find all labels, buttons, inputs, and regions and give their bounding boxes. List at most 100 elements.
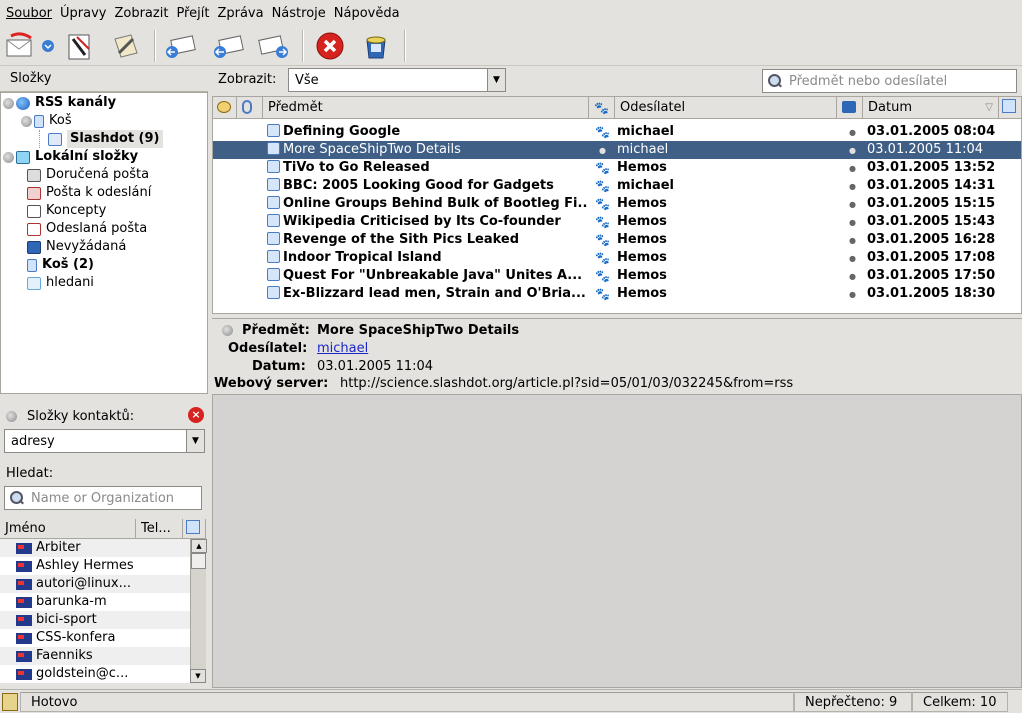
message-sender: Hemos (617, 214, 667, 229)
message-row[interactable]: Wikipedia Criticised by Its Co-founder 🐾… (213, 213, 1021, 231)
message-sender: michael (617, 178, 675, 193)
message-search-input[interactable]: Předmět nebo odesílatel (762, 69, 1017, 93)
contact-item[interactable]: goldstein@c... (0, 665, 190, 683)
column-header-junk-status[interactable]: 🐾 (589, 97, 615, 119)
close-contacts-icon[interactable]: × (188, 407, 204, 423)
read-dot-icon[interactable]: ● (849, 164, 856, 173)
column-picker-button[interactable] (999, 97, 1021, 119)
expand-twisty-icon[interactable] (21, 115, 32, 127)
message-row[interactable]: Defining Google 🐾 michael ● 03.01.2005 0… (213, 123, 1021, 141)
chevron-down-icon[interactable]: ▼ (487, 69, 505, 91)
contact-item[interactable]: Faenniks (0, 647, 190, 665)
menu-message[interactable]: Zpráva (213, 6, 267, 21)
view-filter-select[interactable]: Vše ▼ (288, 68, 506, 92)
folder-saved-search[interactable]: hledani (27, 274, 94, 292)
delete-button[interactable] (314, 30, 346, 62)
contacts-sidebar: Složky kontaktů: × adresy ▼ Hledat: Name… (0, 400, 208, 690)
expand-twisty-icon[interactable] (3, 151, 14, 163)
scroll-down-icon[interactable]: ▼ (190, 669, 206, 683)
folder-rss-feeds[interactable]: RSS kanály (3, 94, 116, 112)
read-dot-icon[interactable]: ● (849, 182, 856, 191)
contact-list-scrollbar[interactable]: ▲ ▼ (190, 539, 207, 683)
folder-label: Pošta k odeslání (46, 185, 152, 200)
message-row[interactable]: Revenge of the Sith Pics Leaked 🐾 Hemos … (213, 231, 1021, 249)
message-row[interactable]: Indoor Tropical Island 🐾 Hemos ● 03.01.2… (213, 249, 1021, 267)
column-header-read[interactable] (837, 97, 863, 119)
addressbook-select[interactable]: adresy ▼ (4, 429, 205, 453)
read-dot-icon[interactable]: ● (849, 128, 856, 137)
folder-local-folders[interactable]: Lokální složky (3, 148, 138, 166)
get-mail-dropdown-button[interactable] (38, 30, 58, 62)
folder-rss-trash[interactable]: Koš (21, 112, 72, 130)
menu-help[interactable]: Nápověda (330, 6, 404, 21)
read-dot-icon[interactable]: ● (849, 272, 856, 281)
read-dot-icon[interactable]: ● (849, 218, 856, 227)
toolbar-separator (154, 30, 156, 62)
folder-sent[interactable]: Odeslaná pošta (27, 220, 147, 238)
column-header-tel[interactable]: Tel... (136, 519, 183, 539)
message-date: 03.01.2005 14:31 (867, 178, 996, 193)
header-website-value[interactable]: http://science.slashdot.org/article.pl?s… (340, 375, 793, 393)
column-header-subject[interactable]: Předmět (263, 97, 589, 119)
column-picker-button[interactable] (183, 519, 206, 539)
rss-message-icon (267, 286, 280, 299)
expand-twisty-icon[interactable] (3, 97, 14, 109)
offline-status-icon[interactable] (2, 693, 18, 711)
menu-view[interactable]: Zobrazit (110, 6, 172, 21)
junk-button[interactable] (360, 30, 392, 62)
column-header-thread[interactable] (213, 97, 237, 119)
message-row[interactable]: Ex-Blizzard lead men, Strain and O'Bria.… (213, 285, 1021, 303)
folder-slashdot[interactable]: Slashdot (9) (39, 130, 163, 148)
rss-message-icon (267, 196, 280, 209)
menu-edit[interactable]: Úpravy (56, 6, 110, 21)
folder-junk[interactable]: Nevyžádaná (27, 238, 126, 256)
header-sender-link[interactable]: michael (317, 340, 368, 358)
scroll-up-icon[interactable]: ▲ (191, 539, 207, 553)
folder-outbox[interactable]: Pošta k odeslání (27, 184, 151, 202)
column-header-name[interactable]: Jméno (0, 519, 136, 539)
folder-inbox[interactable]: Doručená pošta (27, 166, 149, 184)
contact-item[interactable]: Ashley Hermes (0, 557, 190, 575)
message-row[interactable]: BBC: 2005 Looking Good for Gadgets 🐾 mic… (213, 177, 1021, 195)
contact-item[interactable]: barunka-m (0, 593, 190, 611)
reply-button[interactable] (164, 30, 196, 62)
message-row-selected[interactable]: More SpaceShipTwo Details ● michael ● 03… (213, 141, 1021, 159)
read-dot-icon[interactable]: ● (849, 200, 856, 209)
compose-button[interactable] (64, 30, 96, 62)
junk-dot-icon[interactable]: ● (599, 146, 606, 155)
contacts-search-input[interactable]: Name or Organization (4, 486, 202, 510)
message-body-pane[interactable] (212, 394, 1022, 688)
chevron-down-icon[interactable]: ▼ (186, 430, 204, 452)
view-filter-value: Vše (295, 72, 319, 88)
column-header-attachment[interactable] (237, 97, 263, 119)
address-book-button[interactable] (110, 30, 142, 62)
read-dot-icon[interactable]: ● (849, 290, 856, 299)
menu-go[interactable]: Přejít (172, 6, 213, 21)
read-dot-icon[interactable]: ● (849, 236, 856, 245)
message-search-placeholder: Předmět nebo odesílatel (789, 73, 948, 89)
collapse-twisty-icon[interactable] (6, 411, 17, 422)
feed-folder-icon (48, 132, 62, 146)
menu-file[interactable]: Soubor (2, 6, 56, 21)
column-header-date[interactable]: Datum ▽ (863, 97, 999, 119)
contact-item[interactable]: bici-sport (0, 611, 190, 629)
header-date-label: Datum: (252, 359, 306, 374)
message-row[interactable]: TiVo to Go Released 🐾 Hemos ● 03.01.2005… (213, 159, 1021, 177)
forward-button[interactable] (258, 30, 290, 62)
reply-all-button[interactable] (212, 30, 244, 62)
read-dot-icon[interactable]: ● (849, 254, 856, 263)
contact-item[interactable]: autori@linux... (0, 575, 190, 593)
folder-drafts[interactable]: Koncepty (27, 202, 106, 220)
column-header-sender[interactable]: Odesílatel (615, 97, 837, 119)
contact-item[interactable]: Arbiter (0, 539, 190, 557)
scrollbar-thumb[interactable] (191, 553, 206, 569)
message-row[interactable]: Online Groups Behind Bulk of Bootleg Fi.… (213, 195, 1021, 213)
folder-trash[interactable]: Koš (2) (27, 256, 94, 274)
get-mail-button[interactable] (4, 30, 36, 62)
contact-item[interactable]: CSS-konfera (0, 629, 190, 647)
contact-name: barunka-m (36, 594, 107, 609)
read-dot-icon[interactable]: ● (849, 146, 856, 155)
message-row[interactable]: Quest For "Unbreakable Java" Unites A...… (213, 267, 1021, 285)
menu-tools[interactable]: Nástroje (268, 6, 330, 21)
paw-icon: 🐾 (595, 287, 610, 301)
